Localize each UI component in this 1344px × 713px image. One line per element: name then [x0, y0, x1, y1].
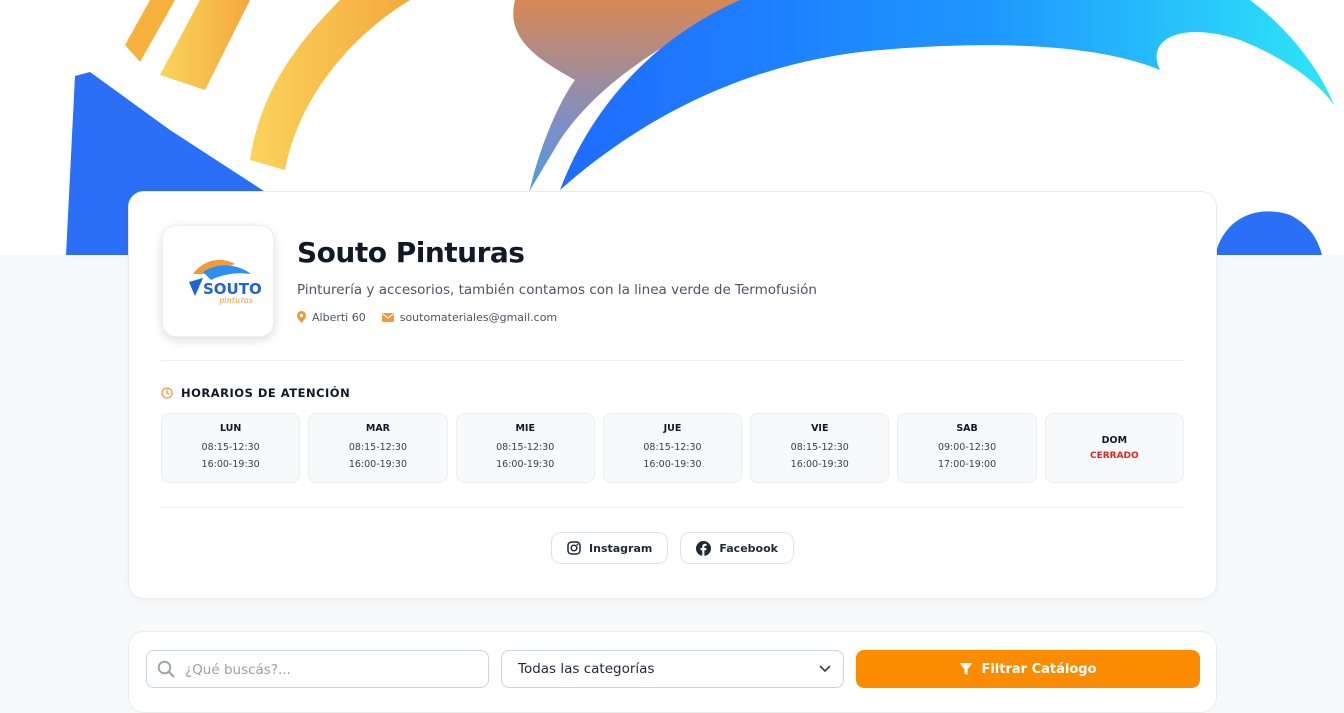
day-card-sab: SAB 09:00-12:30 17:00-19:00: [897, 413, 1037, 483]
address-text: Alberti 60: [312, 310, 366, 324]
filter-catalog-button[interactable]: Filtrar Catálogo: [856, 650, 1200, 688]
day-name: MIE: [515, 423, 535, 434]
day-slot: 09:00-12:30: [937, 442, 997, 453]
hours-title-text: HORARIOS DE ATENCIÓN: [181, 386, 351, 400]
address-item: Alberti 60: [297, 311, 366, 324]
day-slot: 16:00-19:30: [201, 459, 260, 470]
day-slot: 08:15-12:30: [496, 442, 555, 453]
section-divider: [161, 360, 1184, 361]
social-links: Instagram Facebook: [129, 532, 1216, 566]
day-slot: 08:15-12:30: [643, 442, 702, 453]
day-card-vie: VIE 08:15-12:30 16:00-19:30: [750, 413, 890, 483]
day-slot: 16:00-19:30: [348, 459, 408, 470]
facebook-icon: [696, 540, 712, 556]
catalog-filter-bar: Todas las categorías Filtrar Catálogo: [128, 631, 1217, 713]
category-selected-value: Todas las categorías: [518, 661, 655, 677]
section-divider: [161, 507, 1184, 508]
day-name: VIE: [811, 423, 829, 434]
day-card-mar: MAR 08:15-12:30 16:00-19:30: [308, 413, 448, 483]
search-input[interactable]: [183, 651, 477, 689]
email-item[interactable]: soutomateriales@gmail.com: [381, 311, 557, 324]
map-pin-icon: [297, 311, 306, 323]
store-contact-row: Alberti 60 soutomateriales@gmail.com: [297, 309, 557, 325]
store-description: Pinturería y accesorios, también contamo…: [297, 282, 817, 298]
clock-icon: [161, 387, 173, 399]
chevron-down-icon: [819, 665, 831, 672]
instagram-label: Instagram: [589, 541, 653, 555]
svg-text:pinturas: pinturas: [219, 296, 253, 305]
day-card-lun: LUN 08:15-12:30 16:00-19:30: [161, 413, 301, 483]
day-name: LUN: [219, 423, 242, 434]
instagram-icon: [567, 541, 581, 555]
day-name: SAB: [956, 423, 978, 434]
hours-heading: HORARIOS DE ATENCIÓN: [161, 385, 350, 401]
day-slot: 16:00-19:30: [643, 459, 702, 470]
search-field[interactable]: [146, 650, 489, 689]
day-slot: 08:15-12:30: [790, 442, 849, 453]
envelope-icon: [381, 312, 394, 322]
day-slot: 08:15-12:30: [348, 442, 408, 453]
day-slot: 16:00-19:30: [496, 459, 555, 470]
email-text[interactable]: soutomateriales@gmail.com: [400, 311, 557, 324]
facebook-label: Facebook: [719, 541, 778, 555]
day-name: JUE: [663, 423, 682, 434]
search-icon: [157, 660, 175, 678]
day-name: MAR: [365, 423, 390, 434]
brand-logo-icon: SOUTO pinturas: [189, 259, 262, 305]
filter-icon: [959, 663, 973, 675]
day-slot: 17:00-19:00: [937, 459, 997, 470]
closed-label: CERRADO: [1089, 451, 1139, 461]
store-info-card: SOUTO pinturas Souto Pinturas Pinturería…: [128, 191, 1217, 599]
day-slot: 16:00-19:30: [790, 459, 849, 470]
filter-button-label: Filtrar Catálogo: [981, 661, 1097, 677]
day-slot: 08:15-12:30: [201, 442, 260, 453]
day-card-jue: JUE 08:15-12:30 16:00-19:30: [602, 413, 743, 483]
instagram-button[interactable]: Instagram: [551, 532, 669, 564]
day-card-dom: DOM CERRADO: [1044, 413, 1184, 483]
category-select[interactable]: Todas las categorías: [501, 650, 844, 688]
facebook-button[interactable]: Facebook: [680, 532, 794, 564]
day-name: DOM: [1101, 435, 1128, 446]
store-logo: SOUTO pinturas: [162, 225, 274, 337]
day-card-mie: MIE 08:15-12:30 16:00-19:30: [455, 413, 595, 483]
hours-grid: LUN 08:15-12:30 16:00-19:30 MAR 08:15-12…: [161, 413, 1184, 483]
store-name: Souto Pinturas: [297, 236, 525, 269]
